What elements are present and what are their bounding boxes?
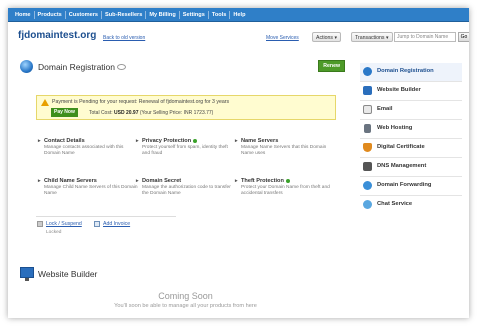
nav-settings[interactable]: Settings bbox=[180, 10, 209, 19]
sidebar-item-website-builder[interactable]: Website Builder bbox=[360, 82, 462, 101]
globe-icon bbox=[363, 67, 372, 76]
divider bbox=[36, 216, 176, 217]
sidebar-item-label: DNS Management bbox=[377, 163, 427, 169]
top-navigation: Home Products Customers Sub-Resellers My… bbox=[8, 8, 469, 22]
feature-description: Manage Name Servers that this Domain Nam… bbox=[241, 145, 327, 156]
feature-title[interactable]: Theft Protection bbox=[235, 178, 335, 184]
coming-soon-subtitle: You'll soon be able to manage all your p… bbox=[114, 303, 257, 309]
selling-price: (Your Selling Price: INR 1723.77) bbox=[139, 110, 214, 116]
move-services-link[interactable]: Move Services bbox=[266, 35, 299, 41]
transactions-dropdown[interactable]: Transactions ▾ bbox=[351, 32, 393, 42]
nav-tools[interactable]: Tools bbox=[209, 10, 231, 19]
feature-name-servers[interactable]: Name Servers Manage Name Servers that th… bbox=[235, 138, 335, 157]
chat-icon bbox=[363, 200, 372, 209]
nav-home[interactable]: Home bbox=[12, 10, 35, 19]
eye-icon[interactable] bbox=[117, 64, 126, 70]
coming-soon-title: Coming Soon bbox=[158, 291, 213, 301]
renew-button[interactable]: Renew bbox=[318, 60, 345, 72]
pending-message: Payment is Pending for your request: Ren… bbox=[52, 99, 230, 105]
go-button[interactable]: Go bbox=[458, 32, 469, 42]
jump-to-domain-input[interactable]: Jump to Domain Name bbox=[394, 32, 456, 42]
monitor-icon bbox=[363, 86, 372, 95]
sidebar-item-web-hosting[interactable]: Web Hosting bbox=[360, 120, 462, 139]
feature-title-text[interactable]: Theft Protection bbox=[241, 178, 284, 184]
website-builder-header: Website Builder bbox=[18, 265, 353, 285]
domain-registration-header: Domain Registration Renew bbox=[18, 58, 353, 78]
sidebar-item-label: Chat Service bbox=[377, 201, 413, 207]
feature-theft-protection[interactable]: Theft Protection Protect your Domain Nam… bbox=[235, 178, 335, 197]
feature-title-text[interactable]: Privacy Protection bbox=[142, 138, 191, 144]
feature-contact-details[interactable]: Contact Details Manage contacts associat… bbox=[38, 138, 138, 157]
feature-title[interactable]: Privacy Protection bbox=[136, 138, 236, 144]
shield-icon bbox=[363, 143, 372, 152]
feature-title[interactable]: Child Name Servers bbox=[38, 178, 138, 184]
lock-icon bbox=[37, 221, 43, 227]
sidebar-item-chat-service[interactable]: Chat Service bbox=[360, 196, 462, 215]
network-icon bbox=[363, 162, 372, 171]
lock-suspend-link[interactable]: Lock / Suspend bbox=[46, 221, 82, 227]
total-cost-label: Total Cost: bbox=[89, 110, 113, 116]
sidebar-item-dns-management[interactable]: DNS Management bbox=[360, 158, 462, 177]
pay-now-button[interactable]: Pay Now bbox=[51, 108, 78, 117]
domain-header: fjdomaintest.org Back to old version Mov… bbox=[18, 30, 469, 48]
sidebar-item-label: Website Builder bbox=[377, 87, 421, 93]
main-content: Domain Registration Renew Payment is Pen… bbox=[18, 58, 353, 318]
nav-help[interactable]: Help bbox=[230, 11, 248, 19]
feature-description: Manage the authorization code to transfe… bbox=[142, 185, 231, 196]
total-cost: Total Cost: USD 20.97 (Your Selling Pric… bbox=[89, 110, 213, 116]
server-icon bbox=[364, 124, 371, 133]
feature-title[interactable]: Name Servers bbox=[235, 138, 335, 144]
envelope-icon bbox=[363, 105, 372, 114]
sidebar-item-domain-registration[interactable]: Domain Registration bbox=[360, 63, 462, 82]
status-dot-icon bbox=[193, 138, 198, 143]
feature-title[interactable]: Domain Secret bbox=[136, 178, 236, 184]
section-title: Domain Registration bbox=[38, 62, 116, 72]
warning-icon bbox=[41, 99, 49, 106]
nav-customers[interactable]: Customers bbox=[66, 10, 103, 19]
nav-products[interactable]: Products bbox=[35, 10, 66, 19]
feature-description: Manage Child Name Servers of this Domain… bbox=[44, 185, 138, 196]
sidebar-item-domain-forwarding[interactable]: Domain Forwarding bbox=[360, 177, 462, 196]
sidebar-item-label: Domain Registration bbox=[377, 68, 434, 74]
add-invoice-link[interactable]: Add Invoice bbox=[103, 221, 130, 227]
feature-title[interactable]: Contact Details bbox=[38, 138, 138, 144]
actions-dropdown[interactable]: Actions ▾ bbox=[312, 32, 342, 42]
sidebar-item-label: Web Hosting bbox=[377, 125, 413, 131]
invoice-icon bbox=[94, 221, 100, 227]
forward-icon bbox=[363, 181, 372, 190]
sidebar-item-digital-certificate[interactable]: Digital Certificate bbox=[360, 139, 462, 158]
sidebar-item-label: Digital Certificate bbox=[377, 144, 425, 150]
feature-description: Manage contacts associated with this Dom… bbox=[44, 145, 124, 156]
status-dot-icon bbox=[285, 178, 290, 183]
sidebar-item-label: Email bbox=[377, 106, 393, 112]
section-title: Website Builder bbox=[38, 269, 98, 279]
feature-privacy-protection[interactable]: Privacy Protection Protect yourself from… bbox=[136, 138, 236, 157]
sidebar-item-label: Domain Forwarding bbox=[377, 182, 432, 188]
nav-my-billing[interactable]: My Billing bbox=[146, 10, 180, 19]
sidebar-item-email[interactable]: Email bbox=[360, 101, 462, 120]
feature-child-name-servers[interactable]: Child Name Servers Manage Child Name Ser… bbox=[38, 178, 138, 197]
feature-description: Protect yourself from spam, identity the… bbox=[142, 145, 228, 156]
globe-icon bbox=[20, 60, 33, 73]
total-cost-value: USD 20.97 bbox=[114, 110, 139, 116]
product-sidebar: Domain Registration Website Builder Emai… bbox=[360, 63, 462, 229]
nav-sub-resellers[interactable]: Sub-Resellers bbox=[102, 10, 147, 19]
page-title: fjdomaintest.org bbox=[18, 30, 97, 41]
locked-status: Locked bbox=[46, 230, 62, 235]
back-to-old-version-link[interactable]: Back to old version bbox=[103, 35, 145, 41]
payment-pending-notice: Payment is Pending for your request: Ren… bbox=[36, 95, 336, 120]
monitor-icon bbox=[20, 267, 34, 281]
feature-description: Protect your Domain Name from theft and … bbox=[241, 185, 330, 196]
app-window: Home Products Customers Sub-Resellers My… bbox=[8, 8, 469, 318]
feature-domain-secret[interactable]: Domain Secret Manage the authorization c… bbox=[136, 178, 236, 197]
